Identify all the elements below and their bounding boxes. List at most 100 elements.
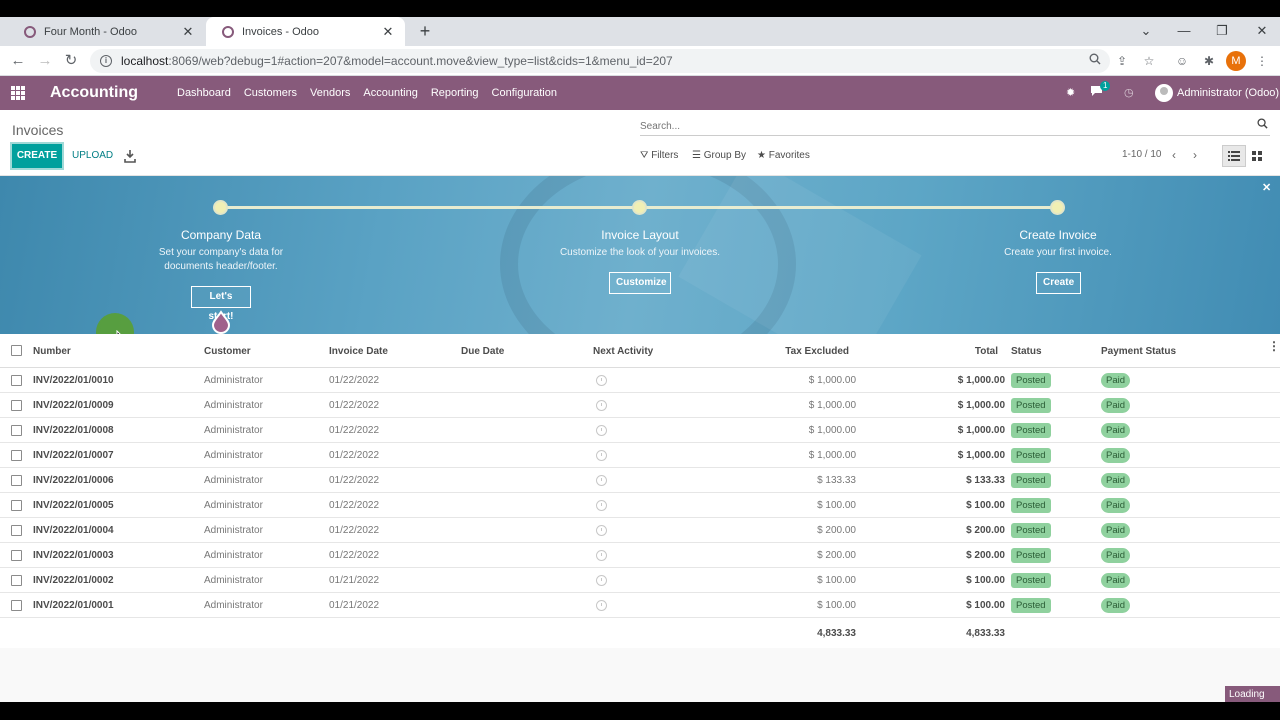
forward-arrow-icon[interactable]: → [34,50,56,72]
browser-menu-icon[interactable]: ⋮ [1253,52,1271,70]
apps-menu-icon[interactable] [11,86,25,100]
address-bar[interactable]: i localhost:8069/web?debug=1#action=207&… [90,49,1110,73]
activity-clock-icon[interactable]: ◷ [1124,85,1134,101]
share-icon[interactable]: ⇪ [1113,52,1131,70]
extension-monkey-icon[interactable]: ☺ [1173,52,1191,70]
bookmark-star-icon[interactable]: ☆ [1140,52,1158,70]
table-row[interactable]: INV/2022/01/0003 Administrator 01/22/202… [0,543,1280,568]
lets-start-button[interactable]: Let's start! [191,286,251,322]
activity-clock-icon[interactable] [593,400,607,414]
column-header-invoice-date[interactable]: Invoice Date [329,346,388,357]
user-avatar[interactable] [1155,84,1173,102]
column-header-total[interactable]: Total [975,346,998,357]
kanban-view-icon[interactable] [1246,145,1268,167]
optional-columns-icon[interactable]: ⋮ [1268,340,1280,352]
profile-avatar[interactable]: M [1226,51,1246,71]
menu-accounting[interactable]: Accounting [363,87,430,99]
row-checkbox[interactable] [11,500,22,511]
table-row[interactable]: INV/2022/01/0006 Administrator 01/22/202… [0,468,1280,493]
activity-clock-icon[interactable] [593,575,607,589]
back-arrow-icon[interactable]: ← [7,50,29,72]
activity-clock-icon[interactable] [593,525,607,539]
table-row[interactable]: INV/2022/01/0009 Administrator 01/22/202… [0,393,1280,418]
upload-button[interactable]: UPLOAD [72,144,113,168]
menu-configuration[interactable]: Configuration [492,87,570,99]
list-view-icon[interactable] [1222,145,1246,167]
column-header-number[interactable]: Number [33,346,71,357]
column-header-customer[interactable]: Customer [204,346,251,357]
table-row[interactable]: INV/2022/01/0007 Administrator 01/22/202… [0,443,1280,468]
search-icon[interactable] [1257,118,1268,129]
user-menu[interactable]: Administrator (Odoo) [1177,87,1279,99]
menu-customers[interactable]: Customers [244,87,310,99]
select-all-checkbox[interactable] [11,345,22,356]
app-brand[interactable]: Accounting [50,84,138,102]
create-invoice-step-button[interactable]: Create [1036,272,1081,294]
table-row[interactable]: INV/2022/01/0001 Administrator 01/21/202… [0,593,1280,618]
create-button[interactable]: CREATE [12,144,62,168]
pager-next-icon[interactable]: › [1193,148,1197,162]
table-row[interactable]: INV/2022/01/0004 Administrator 01/22/202… [0,518,1280,543]
table-row[interactable]: INV/2022/01/0010 Administrator 01/22/202… [0,368,1280,393]
column-header-next-activity[interactable]: Next Activity [593,346,653,357]
activity-clock-icon[interactable] [593,425,607,439]
url-text[interactable]: localhost:8069/web?debug=1#action=207&mo… [121,54,673,68]
tab-close-icon[interactable]: ✕ [381,24,395,40]
row-checkbox[interactable] [11,425,22,436]
chat-count-badge: 1 [1100,81,1111,91]
minimize-window-button[interactable]: — [1169,19,1199,43]
customize-button[interactable]: Customize [609,272,671,294]
debug-bug-icon[interactable]: ✹ [1066,85,1075,101]
empty-list-area [0,648,1280,702]
total-amount: $ 100.00 [966,500,1005,511]
menu-vendors[interactable]: Vendors [310,87,363,99]
activity-clock-icon[interactable] [593,450,607,464]
activity-clock-icon[interactable] [593,500,607,514]
row-checkbox[interactable] [11,575,22,586]
row-checkbox[interactable] [11,450,22,461]
total-amount: $ 133.33 [966,475,1005,486]
row-checkbox[interactable] [11,550,22,561]
activity-clock-icon[interactable] [593,375,607,389]
close-banner-icon[interactable]: ✕ [1262,181,1271,194]
tax-excluded-amount: $ 1,000.00 [808,450,856,461]
column-header-status[interactable]: Status [1011,346,1042,357]
new-tab-button[interactable]: + [415,20,435,42]
group-by-button[interactable]: ☰ Group By [692,150,746,161]
table-row[interactable]: INV/2022/01/0002 Administrator 01/21/202… [0,568,1280,593]
browser-tab-four-month[interactable]: Four Month - Odoo ✕ [8,17,205,46]
filters-button[interactable]: ⛛ Filters [640,150,678,161]
activity-clock-icon[interactable] [593,475,607,489]
row-checkbox[interactable] [11,375,22,386]
row-checkbox[interactable] [11,600,22,611]
column-header-tax-excluded[interactable]: Tax Excluded [785,346,849,357]
payment-status-badge: Paid [1101,473,1131,488]
table-row[interactable]: INV/2022/01/0005 Administrator 01/22/202… [0,493,1280,518]
browser-tab-invoices[interactable]: Invoices - Odoo ✕ [206,17,405,46]
favorites-button[interactable]: ★ Favorites [757,150,810,161]
search-input[interactable] [640,121,1240,132]
invoice-number: INV/2022/01/0002 [33,575,114,586]
site-info-icon[interactable]: i [100,55,112,67]
zoom-icon[interactable] [1086,52,1104,70]
menu-dashboard[interactable]: Dashboard [177,87,244,99]
column-header-due-date[interactable]: Due Date [461,346,504,357]
row-checkbox[interactable] [11,475,22,486]
activity-clock-icon[interactable] [593,600,607,614]
chat-icon[interactable]: 1 [1090,81,1111,101]
table-row[interactable]: INV/2022/01/0008 Administrator 01/22/202… [0,418,1280,443]
pager-previous-icon[interactable]: ‹ [1172,148,1176,162]
menu-reporting[interactable]: Reporting [431,87,492,99]
close-window-button[interactable]: ✕ [1247,19,1277,43]
tab-close-icon[interactable]: ✕ [181,24,195,40]
row-checkbox[interactable] [11,525,22,536]
column-header-payment-status[interactable]: Payment Status [1101,346,1176,357]
maximize-window-button[interactable]: ❐ [1207,19,1237,43]
reload-icon[interactable]: ↻ [60,50,82,72]
extensions-puzzle-icon[interactable]: ✱ [1200,52,1218,70]
pager-value[interactable]: 1-10 / 10 [1122,149,1161,160]
activity-clock-icon[interactable] [593,550,607,564]
tab-search-icon[interactable]: ⌄ [1131,19,1161,43]
row-checkbox[interactable] [11,400,22,411]
download-icon[interactable] [124,149,136,163]
